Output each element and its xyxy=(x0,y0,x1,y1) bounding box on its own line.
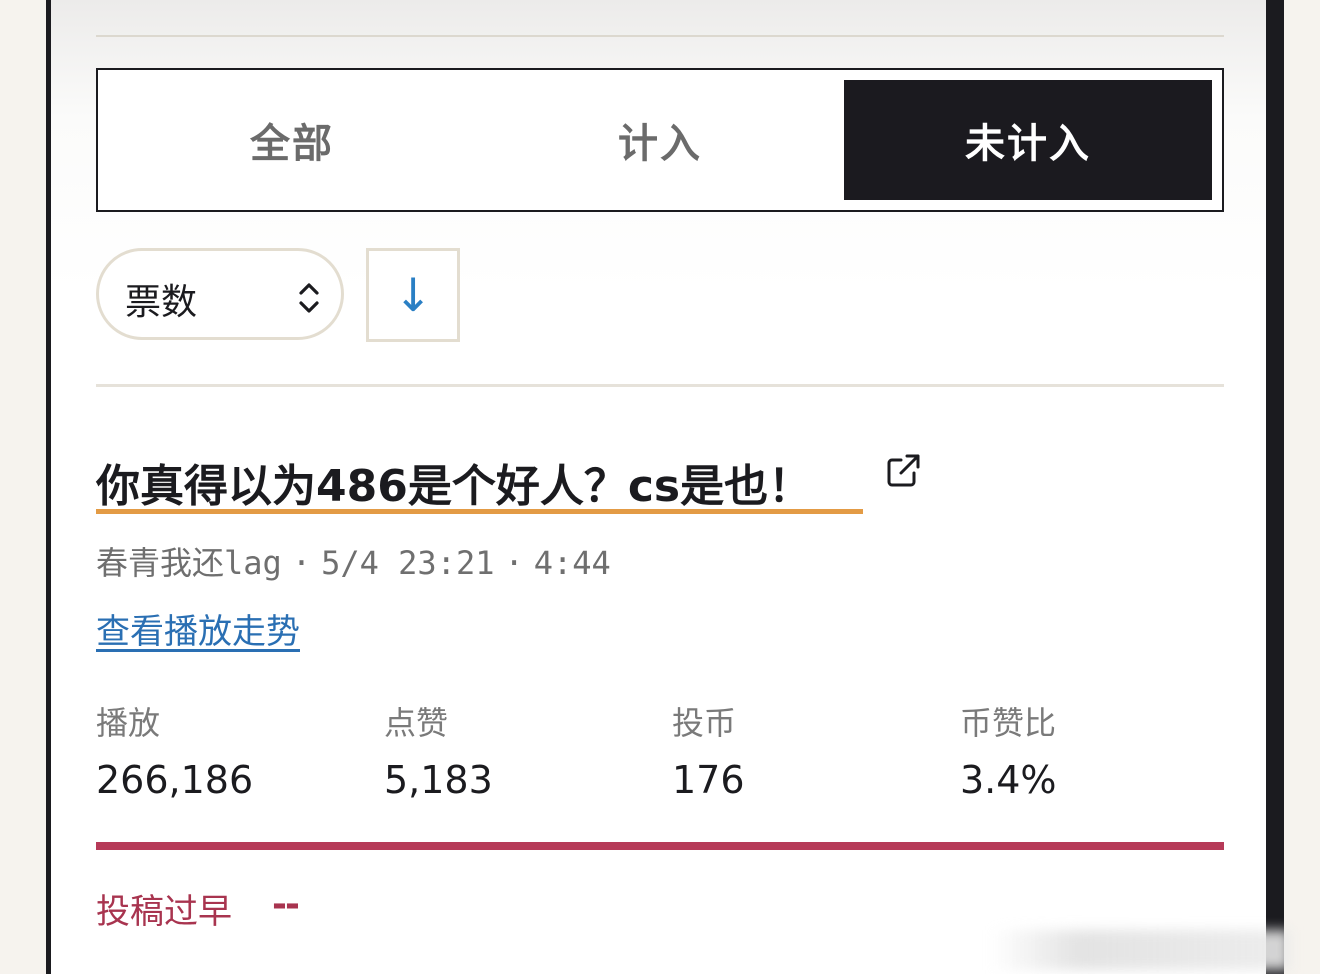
section-divider xyxy=(96,384,1224,387)
tab-all[interactable]: 全部 xyxy=(108,80,476,200)
tab-not-counted[interactable]: 未计入 xyxy=(844,80,1212,200)
external-link-icon[interactable] xyxy=(884,452,922,490)
uploader-name[interactable]: 春青我还lag xyxy=(96,544,282,582)
stat-label: 点赞 xyxy=(384,704,449,742)
stat-coins: 投币 176 xyxy=(672,698,745,802)
sort-field-label: 票数 xyxy=(125,282,198,323)
stat-label: 投币 xyxy=(672,704,737,742)
tab-counted[interactable]: 计入 xyxy=(476,80,844,200)
stat-likes: 点赞 5,183 xyxy=(384,698,493,802)
meta-separator: · xyxy=(291,544,312,582)
filter-tabs: 全部 计入 未计入 xyxy=(96,68,1224,212)
video-title[interactable]: 你真得以为486是个好人？cs是也！ xyxy=(96,450,812,514)
sort-direction-button[interactable]: ↓ xyxy=(366,248,460,342)
stat-value: 176 xyxy=(672,758,745,802)
up-down-chevron-icon xyxy=(299,283,319,313)
status-label: 投稿过早 xyxy=(96,892,232,932)
sort-field-select[interactable]: 票数 xyxy=(96,248,344,340)
video-meta: 春青我还lag · 5/4 23:21 · 4:44 xyxy=(96,538,611,584)
stat-plays: 播放 266,186 xyxy=(96,698,253,802)
meta-separator: · xyxy=(504,544,524,582)
title-underline xyxy=(96,509,863,514)
stat-value: 3.4% xyxy=(960,758,1057,802)
upload-datetime: 5/4 23:21 xyxy=(321,544,495,582)
stat-label: 币赞比 xyxy=(960,704,1057,742)
top-divider xyxy=(96,35,1224,37)
video-duration: 4:44 xyxy=(533,544,611,582)
stat-coin-like-ratio: 币赞比 3.4% xyxy=(960,698,1057,802)
stat-value: 5,183 xyxy=(384,758,493,802)
view-trend-link[interactable]: 查看播放走势 xyxy=(96,604,300,653)
device-frame-right xyxy=(1266,0,1284,974)
home-indicator-blur xyxy=(990,930,1290,970)
status-divider xyxy=(96,842,1224,850)
status-value: -- xyxy=(272,884,300,925)
stat-label: 播放 xyxy=(96,704,161,742)
stat-value: 266,186 xyxy=(96,758,254,802)
